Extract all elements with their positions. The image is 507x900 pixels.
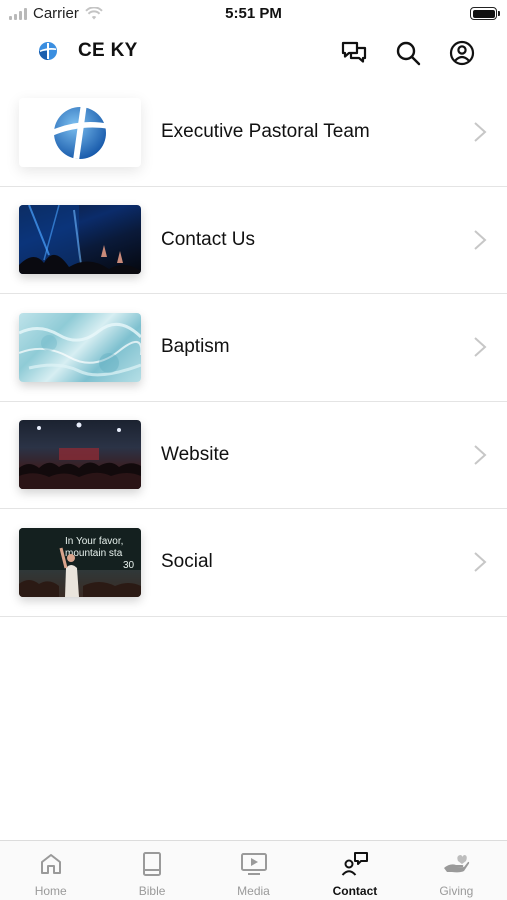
- chevron-right-icon: [474, 230, 487, 250]
- tab-bar: Home Bible Media Contact Giving: [0, 840, 507, 900]
- battery-icon: [470, 7, 500, 20]
- church-logo-icon: [52, 105, 110, 160]
- thumbnail-logo: [19, 97, 141, 167]
- tab-label: Home: [34, 884, 67, 898]
- app-header: CE KY: [0, 28, 507, 80]
- list-item-social[interactable]: In Your favor, mountain sta 30 Social: [0, 509, 507, 617]
- list-item-executive-pastoral-team[interactable]: Executive Pastoral Team: [0, 79, 507, 187]
- tab-label: Giving: [439, 884, 474, 898]
- status-time: 5:51 PM: [225, 5, 282, 22]
- tab-label: Media: [237, 884, 270, 898]
- tab-giving[interactable]: Giving: [406, 841, 507, 900]
- chevron-right-icon: [474, 337, 487, 357]
- tab-label: Bible: [138, 884, 166, 898]
- app-title: CE KY: [78, 40, 138, 61]
- thumbnail-worship-stage: [19, 205, 141, 275]
- tab-home[interactable]: Home: [0, 841, 101, 900]
- list-item-baptism[interactable]: Baptism: [0, 294, 507, 402]
- tab-bible[interactable]: Bible: [101, 841, 202, 900]
- tab-contact[interactable]: Contact: [304, 841, 405, 900]
- thumbnail-crowd: [19, 420, 141, 490]
- chevron-right-icon: [474, 445, 487, 465]
- play-screen-icon: [240, 850, 268, 878]
- status-bar: Carrier 5:51 PM: [0, 0, 507, 28]
- thumbnail-water: [19, 312, 141, 382]
- header-actions: [339, 38, 477, 68]
- tab-label: Contact: [332, 884, 378, 898]
- giving-hand-icon: [442, 850, 470, 878]
- tab-media[interactable]: Media: [203, 841, 304, 900]
- church-logo-icon: [39, 42, 57, 60]
- chevron-right-icon: [474, 122, 487, 142]
- chat-icon[interactable]: [339, 38, 369, 68]
- chevron-right-icon: [474, 552, 487, 572]
- list-item-label: Website: [161, 443, 230, 465]
- list-item-label: Contact Us: [161, 228, 255, 250]
- profile-icon[interactable]: [447, 38, 477, 68]
- slide-text-line-3: 30: [123, 560, 135, 571]
- contact-icon: [341, 850, 369, 878]
- list-item-contact-us[interactable]: Contact Us: [0, 187, 507, 294]
- book-icon: [138, 850, 166, 878]
- list-item-label: Executive Pastoral Team: [161, 121, 370, 143]
- brand[interactable]: CE KY: [38, 40, 138, 62]
- list-item-website[interactable]: Website: [0, 402, 507, 509]
- slide-text-line-1: In Your favor,: [65, 536, 123, 547]
- contact-list: Executive Pastoral Team Contact Us Bapti…: [0, 79, 507, 617]
- thumbnail-speaker: In Your favor, mountain sta 30: [19, 527, 141, 597]
- search-icon[interactable]: [393, 38, 423, 68]
- home-icon: [37, 850, 65, 878]
- list-item-label: Social: [161, 551, 213, 573]
- list-item-label: Baptism: [161, 336, 230, 358]
